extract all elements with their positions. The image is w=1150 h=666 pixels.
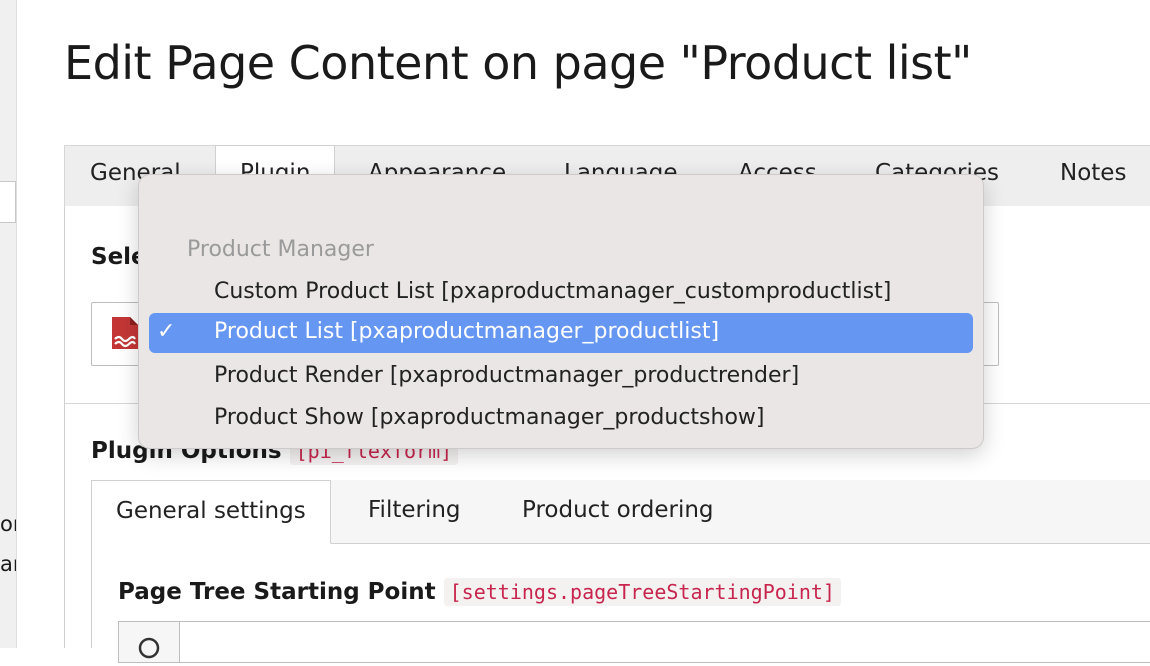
plugin-icon (112, 317, 138, 349)
page-tree-label-text: Page Tree Starting Point (118, 579, 436, 605)
checkmark-icon: ✓ (157, 319, 176, 344)
dropdown-option-label: Product List [pxaproductmanager_productl… (214, 319, 720, 344)
left-sidebar-text: an (0, 552, 16, 576)
dropdown-option-product-list[interactable]: ✓ Product List [pxaproductmanager_produc… (149, 313, 973, 353)
search-icon (138, 637, 160, 659)
page-tree-code: [settings.pageTreeStartingPoint] (443, 578, 841, 606)
dropdown-group-label: Product Manager (187, 237, 374, 262)
dropdown-option-product-render[interactable]: Product Render [pxaproductmanager_produc… (149, 357, 973, 397)
left-sidebar (0, 0, 17, 648)
tab-filtering[interactable]: Filtering (344, 480, 485, 543)
tab-notes[interactable]: Notes (1060, 160, 1126, 186)
dropdown-option-custom-product-list[interactable]: Custom Product List [pxaproductmanager_c… (149, 273, 973, 313)
left-sidebar-input[interactable] (0, 181, 16, 223)
tab-product-ordering[interactable]: Product ordering (498, 480, 738, 543)
tab-general-settings[interactable]: General settings (91, 480, 331, 544)
plugin-dropdown-menu: Product Manager Custom Product List [pxa… (138, 174, 984, 449)
left-sidebar-text: on (0, 512, 16, 536)
plugin-options-tab-bar: General settings Filtering Product order… (91, 480, 1150, 544)
dropdown-option-product-show[interactable]: Product Show [pxaproductmanager_products… (149, 399, 973, 439)
search-icon-cell (119, 622, 180, 662)
page-tree-starting-point-label: Page Tree Starting Point [settings.pageT… (118, 578, 841, 606)
page-title: Edit Page Content on page "Product list" (64, 36, 972, 90)
find-records-input[interactable] (118, 621, 1150, 663)
general-settings-panel: Page Tree Starting Point [settings.pageT… (91, 543, 1150, 663)
